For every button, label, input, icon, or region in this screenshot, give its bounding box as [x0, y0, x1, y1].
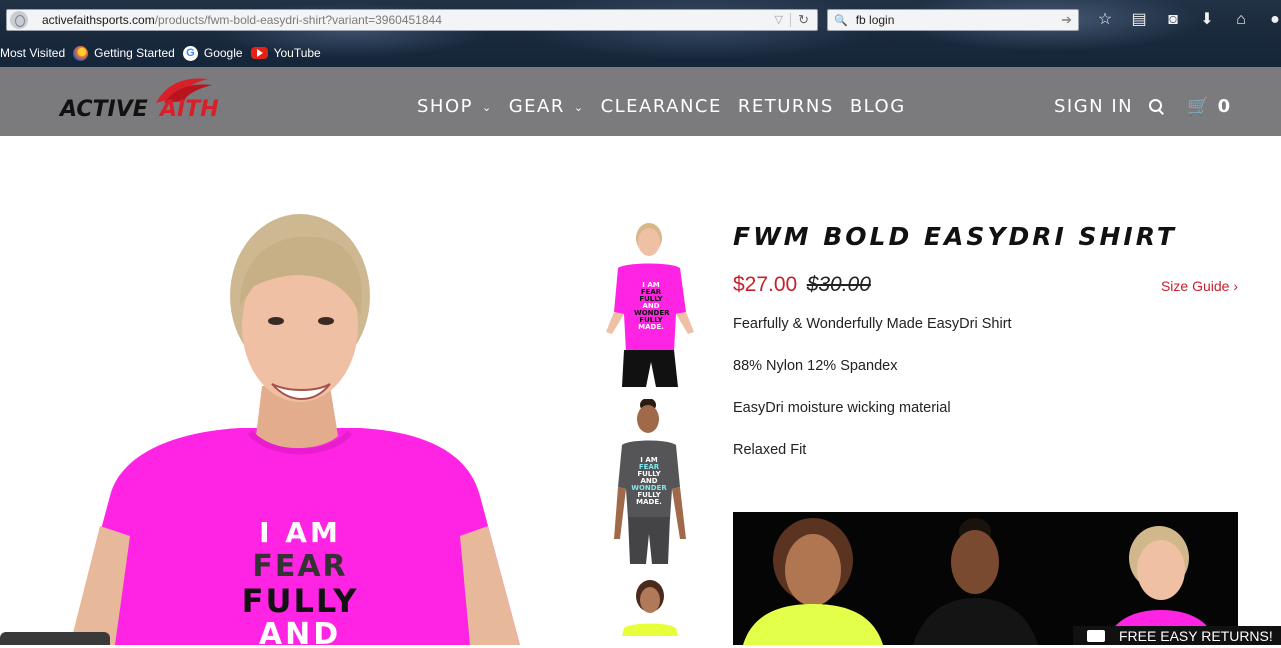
youtube-icon	[250, 47, 268, 59]
chevron-down-icon: ⌄	[573, 101, 585, 114]
firefox-icon	[73, 45, 89, 61]
search-go-icon[interactable]: ➔	[1061, 12, 1072, 28]
bookmarks-toolbar: Most Visited Getting Started G Google You…	[0, 43, 329, 63]
logo-word-active: ACTIVE	[60, 97, 148, 122]
thumbnail-pink-shirt[interactable]: I AM FEAR FULLY AND WONDER FULLY MADE.	[596, 222, 706, 387]
site-header: ACTIVE AITH SHOP ⌄ GEAR ⌄ CLEARANCE RETURN…	[0, 67, 1281, 136]
bookmark-google[interactable]: G Google	[182, 45, 243, 61]
product-detail: Fearfully & Wonderfully Made EasyDri Shi…	[733, 316, 1012, 332]
chat-icon[interactable]: ●	[1258, 9, 1281, 31]
url-history-dropdown-icon[interactable]: ▽	[775, 13, 783, 26]
star-icon[interactable]: ☆	[1088, 9, 1122, 31]
original-price: $30.00	[806, 273, 871, 296]
sale-price: $27.00	[733, 273, 798, 296]
reload-icon[interactable]: ↻	[798, 12, 809, 28]
product-detail: 88% Nylon 12% Spandex	[733, 358, 898, 374]
thumbnail-shirt-print: I AM FEAR FULLY AND WONDER FULLY MADE.	[634, 281, 670, 331]
browser-chrome: activefaithsports.com/products/fwm-bold-…	[0, 0, 1281, 67]
address-bar-divider	[790, 13, 791, 27]
main-navigation: SHOP ⌄ GEAR ⌄ CLEARANCE RETURNS BLOG	[417, 96, 922, 117]
sign-in-link[interactable]: SIGN IN	[1054, 96, 1133, 117]
hero-shirt-print: I AM FEAR FULLY AND	[241, 516, 359, 645]
nav-returns[interactable]: RETURNS	[738, 96, 834, 117]
search-bar[interactable]: 🔍 fb login ➔	[827, 9, 1079, 31]
pocket-icon[interactable]: ◙	[1156, 9, 1190, 31]
search-icon[interactable]	[1149, 98, 1165, 115]
product-main-image[interactable]: I AM FEAR FULLY AND	[0, 136, 590, 645]
nav-shop[interactable]: SHOP ⌄	[417, 96, 493, 117]
search-icon[interactable]: 🔍	[834, 14, 848, 27]
search-input[interactable]: fb login	[856, 13, 895, 27]
site-logo[interactable]: ACTIVE AITH	[60, 75, 260, 127]
nav-blog[interactable]: BLOG	[850, 96, 906, 117]
site-identity-icon[interactable]	[10, 11, 28, 29]
google-icon: G	[182, 45, 198, 61]
free-returns-banner[interactable]: FREE EASY RETURNS!	[1073, 626, 1281, 645]
product-detail: EasyDri moisture wicking material	[733, 400, 951, 416]
product-info: FWM BOLD EASYDRI SHIRT $27.00 $30.00 Siz…	[733, 222, 1238, 471]
address-bar[interactable]: activefaithsports.com/products/fwm-bold-…	[6, 9, 818, 31]
thumbnail-shirt-print: I AM FEAR FULLY AND WONDER FULLY MADE.	[631, 456, 667, 506]
product-thumbnails: I AM FEAR FULLY AND WONDER FULLY MADE. I…	[596, 222, 706, 648]
bookmark-youtube[interactable]: YouTube	[250, 46, 321, 60]
chat-widget-tab[interactable]	[0, 632, 110, 645]
truck-icon	[1087, 629, 1105, 642]
cart-icon[interactable]: 🛒	[1187, 96, 1209, 117]
header-actions: SIGN IN 🛒 0	[1054, 96, 1230, 117]
reading-list-icon[interactable]: ▤	[1122, 9, 1156, 31]
size-guide-link[interactable]: Size Guide ›	[1161, 278, 1238, 294]
thumbnail-gray-shirt[interactable]: I AM FEAR FULLY AND WONDER FULLY MADE.	[596, 398, 706, 564]
bookmark-most-visited[interactable]: Most Visited	[0, 46, 65, 60]
nav-gear[interactable]: GEAR ⌄	[509, 96, 585, 117]
thumbnail-image	[596, 576, 706, 636]
nav-clearance[interactable]: CLEARANCE	[601, 96, 722, 117]
product-detail: Relaxed Fit	[733, 442, 807, 458]
thumbnail-yellow-shirt[interactable]	[596, 576, 706, 636]
home-icon[interactable]: ⌂	[1224, 9, 1258, 31]
logo-word-faith: AITH	[160, 97, 219, 122]
address-url[interactable]: activefaithsports.com/products/fwm-bold-…	[42, 13, 442, 27]
price-row: $27.00 $30.00 Size Guide ›	[733, 273, 1238, 299]
download-icon[interactable]: ⬇	[1190, 9, 1224, 31]
browser-toolbar: ☆ ▤ ◙ ⬇ ⌂ ●	[1088, 9, 1281, 31]
cart-count[interactable]: 0	[1218, 96, 1231, 117]
product-title: FWM BOLD EASYDRI SHIRT	[733, 222, 1177, 251]
chevron-down-icon: ⌄	[481, 101, 493, 114]
bookmark-getting-started[interactable]: Getting Started	[73, 45, 175, 61]
